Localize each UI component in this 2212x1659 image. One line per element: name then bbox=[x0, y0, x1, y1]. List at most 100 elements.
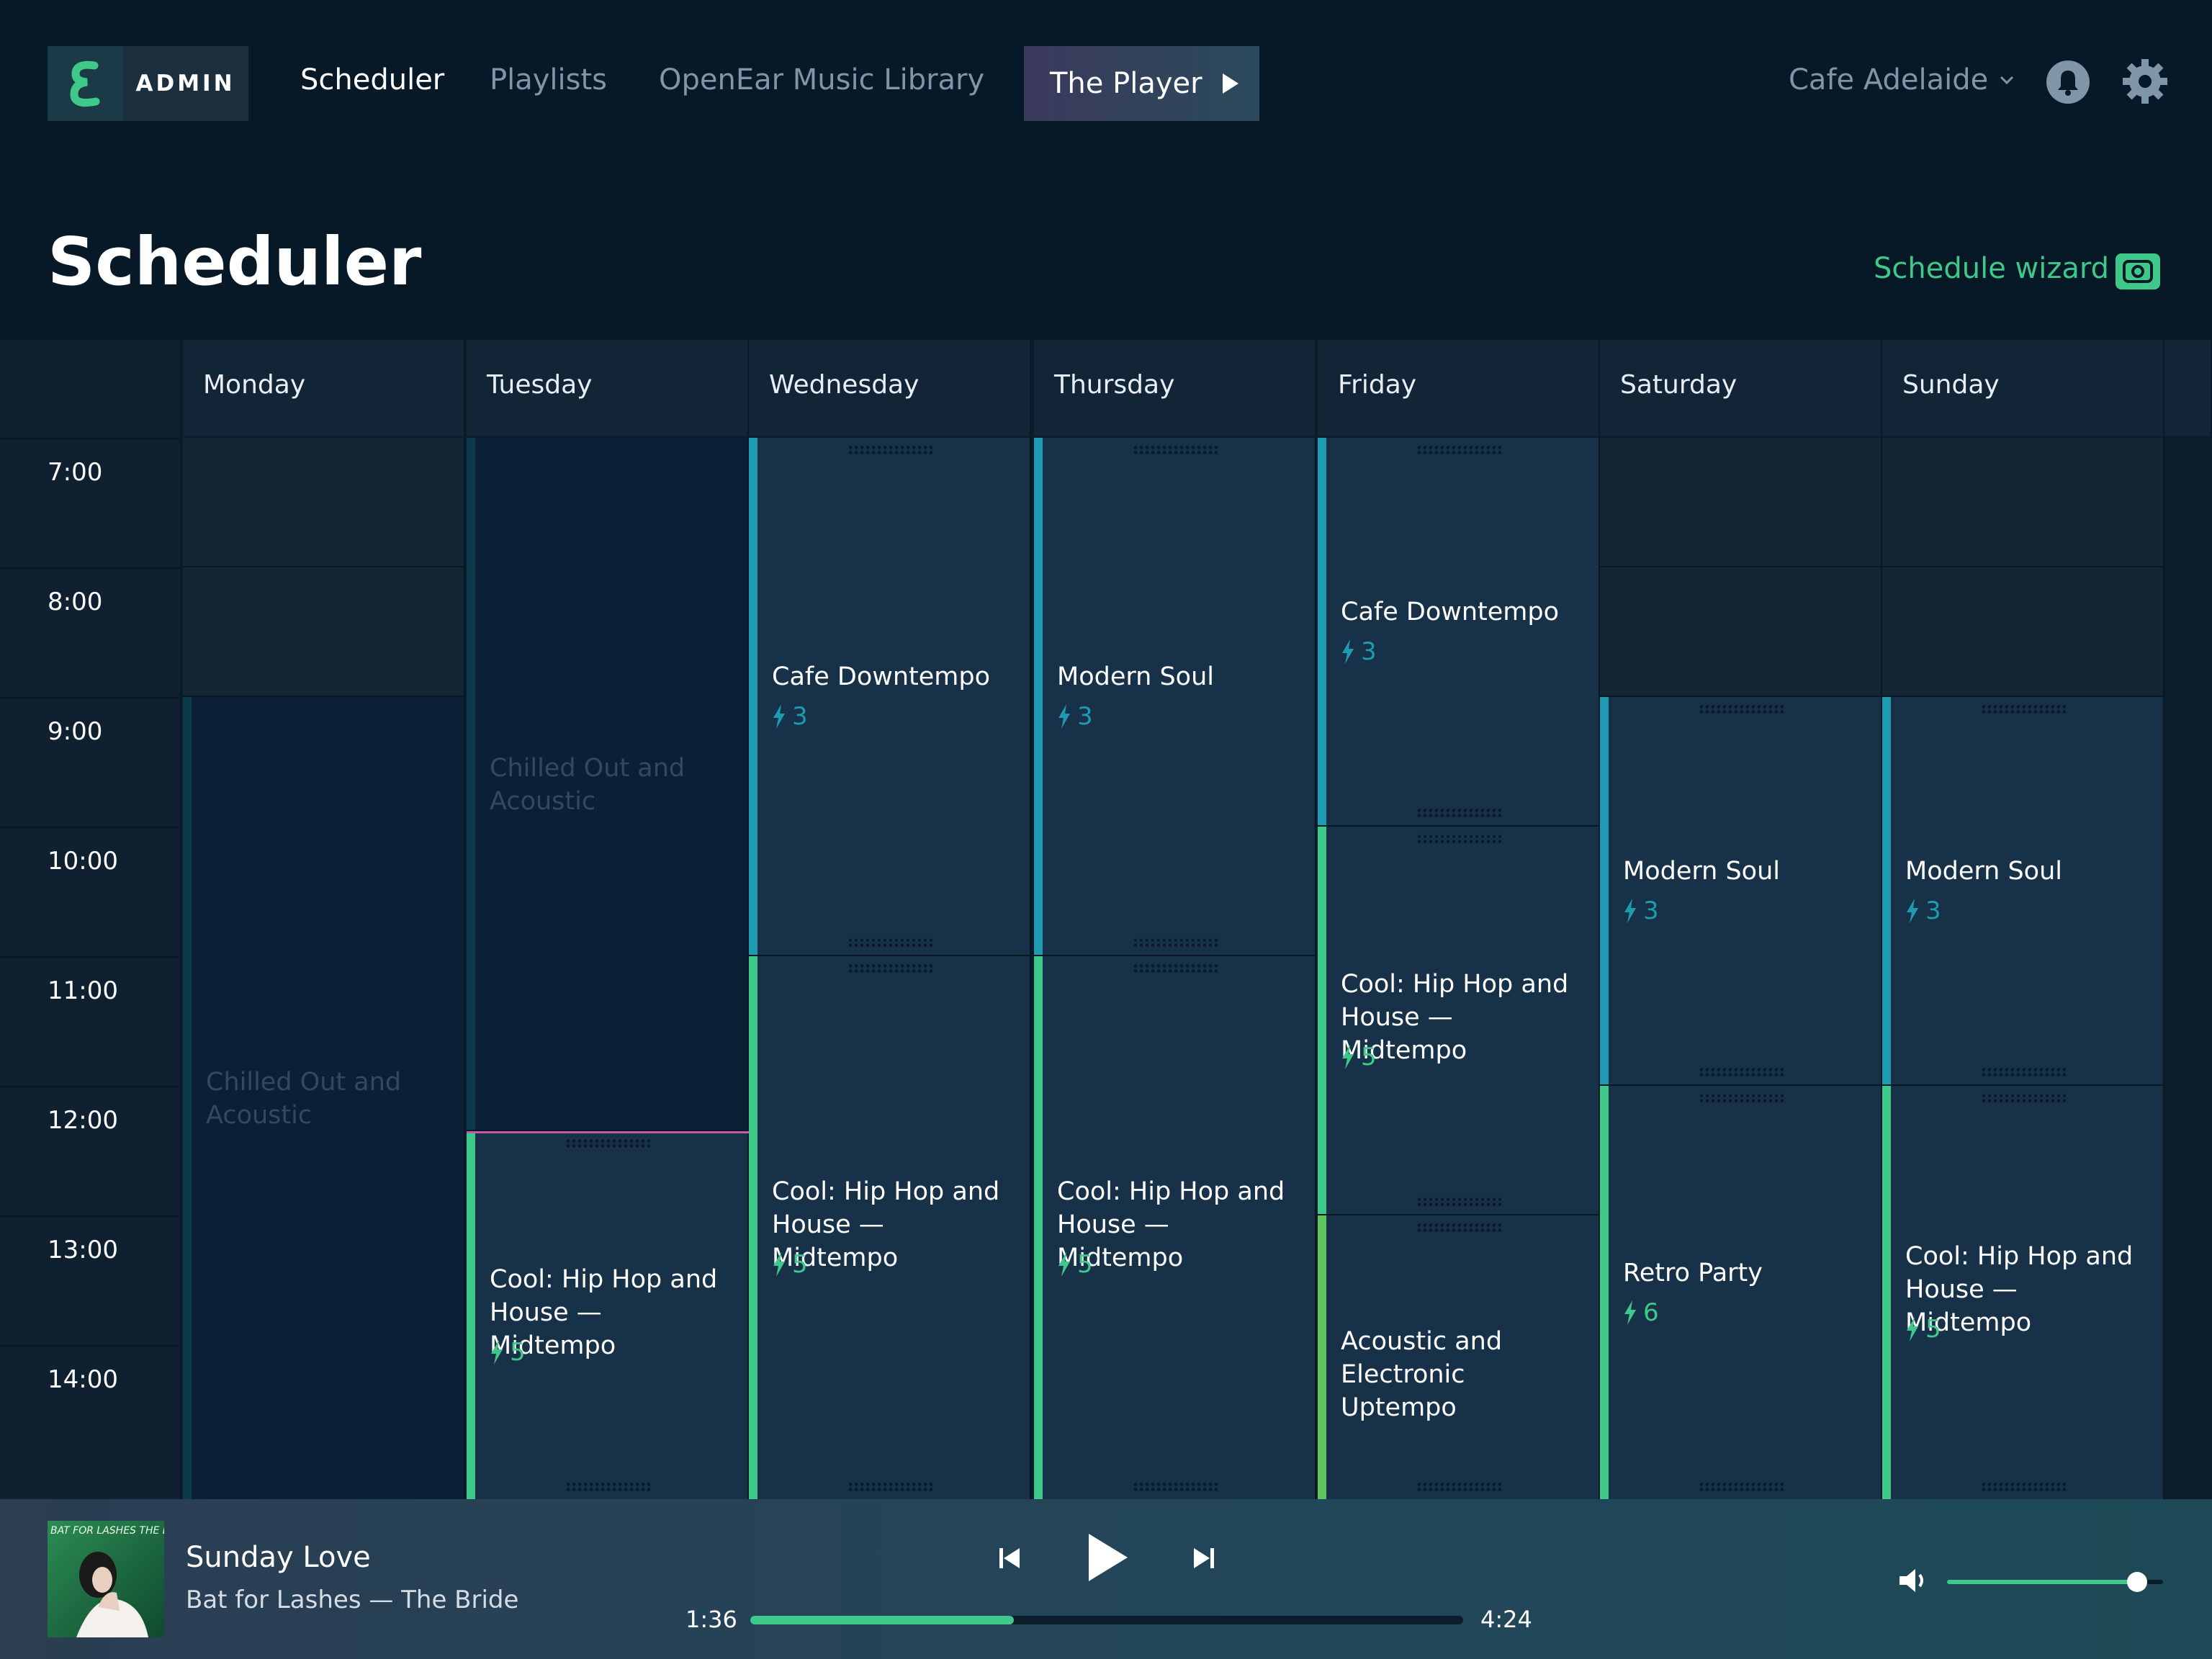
volume-fill bbox=[1947, 1580, 2137, 1584]
empty-slot[interactable] bbox=[183, 438, 465, 567]
bolt-icon bbox=[1624, 899, 1636, 923]
album-art[interactable]: BAT FOR LASHES THE BRIDE bbox=[48, 1521, 164, 1637]
volume-knob[interactable] bbox=[2127, 1572, 2147, 1592]
drag-handle-bottom[interactable] bbox=[1416, 1197, 1501, 1207]
current-time: 1:36 bbox=[685, 1606, 737, 1633]
drag-handle-top[interactable] bbox=[1981, 704, 2066, 714]
time-label: 12:00 bbox=[48, 1106, 118, 1135]
schedule-block[interactable]: Modern Soul 3 bbox=[1034, 438, 1316, 956]
admin-label[interactable]: ADMIN bbox=[122, 46, 248, 121]
energy-value: 5 bbox=[1925, 1315, 1941, 1344]
schedule-block[interactable]: Cafe Downtempo 3 bbox=[1318, 438, 1600, 827]
block-title: Cool: Hip Hop and House — Midtempo bbox=[1341, 970, 1569, 1065]
drag-handle-bottom[interactable] bbox=[1133, 1482, 1218, 1492]
schedule-block[interactable]: Cool: Hip Hop and House — Midtempo 5 bbox=[467, 1131, 749, 1499]
energy-value: 6 bbox=[1643, 1298, 1659, 1327]
drag-handle-top[interactable] bbox=[1133, 963, 1218, 974]
empty-slot[interactable] bbox=[1600, 438, 1882, 567]
drag-handle-top[interactable] bbox=[1699, 704, 1784, 714]
schedule-block[interactable]: Cool: Hip Hop and House — Midtempo 5 bbox=[749, 956, 1031, 1499]
block-title: Cool: Hip Hop and House — Midtempo bbox=[1905, 1242, 2134, 1337]
hour-divider bbox=[0, 1086, 181, 1087]
drag-handle-bottom[interactable] bbox=[1981, 1482, 2066, 1492]
wizard-icon[interactable] bbox=[2116, 253, 2160, 289]
skip-back-icon[interactable] bbox=[997, 1545, 1022, 1571]
nav-link-scheduler[interactable]: Scheduler bbox=[300, 63, 444, 96]
drag-handle-bottom[interactable] bbox=[565, 1482, 650, 1492]
volume-icon[interactable] bbox=[1898, 1567, 1930, 1594]
schedule-block[interactable]: Chilled Out and Acoustic bbox=[183, 697, 465, 1499]
empty-slot[interactable] bbox=[183, 567, 465, 697]
empty-slot[interactable] bbox=[1600, 567, 1882, 697]
schedule-block[interactable]: Retro Party 6 bbox=[1600, 1086, 1882, 1499]
block-title: Modern Soul bbox=[1905, 857, 2062, 886]
venue-name: Cafe Adelaide bbox=[1789, 63, 1989, 96]
drag-handle-bottom[interactable] bbox=[848, 938, 932, 948]
bolt-icon bbox=[1342, 1045, 1354, 1069]
schedule-block[interactable]: Cool: Hip Hop and House — Midtempo 5 bbox=[1034, 956, 1316, 1499]
nav-link-music-library[interactable]: OpenEar Music Library bbox=[659, 63, 984, 96]
empty-slot[interactable] bbox=[1882, 438, 2164, 567]
drag-handle-top[interactable] bbox=[1699, 1093, 1784, 1103]
drag-handle-top[interactable] bbox=[1981, 1093, 2066, 1103]
drag-handle-top[interactable] bbox=[848, 445, 932, 455]
venue-selector[interactable]: Cafe Adelaide bbox=[1789, 63, 2014, 96]
progress-bar[interactable] bbox=[750, 1616, 1463, 1624]
drag-handle-bottom[interactable] bbox=[1699, 1482, 1784, 1492]
player-bar: BAT FOR LASHES THE BRIDE Sunday Love Bat… bbox=[0, 1499, 2212, 1659]
drag-handle-bottom[interactable] bbox=[1133, 938, 1218, 948]
hour-divider bbox=[0, 827, 181, 828]
schedule-block[interactable]: Cool: Hip Hop and House — Midtempo 5 bbox=[1882, 1086, 2164, 1499]
block-title: Cool: Hip Hop and House — Midtempo bbox=[490, 1264, 718, 1360]
drag-handle-top[interactable] bbox=[1416, 1223, 1501, 1233]
empty-slot[interactable] bbox=[1882, 567, 2164, 697]
page-title: Scheduler bbox=[48, 223, 422, 300]
the-player-button[interactable]: The Player bbox=[1024, 46, 1259, 121]
day-header-tuesday: Tuesday bbox=[467, 340, 749, 436]
top-nav: ADMIN Scheduler Playlists OpenEar Music … bbox=[0, 0, 2212, 166]
schedule-block[interactable]: Chilled Out and Acoustic bbox=[467, 438, 749, 1131]
drag-handle-bottom[interactable] bbox=[1981, 1067, 2066, 1077]
schedule-block[interactable]: Acoustic and Electronic Uptempo bbox=[1318, 1215, 1600, 1499]
bolt-icon bbox=[773, 1252, 785, 1277]
day-header-friday: Friday bbox=[1318, 340, 1600, 436]
schedule-block[interactable]: Cool: Hip Hop and House — Midtempo 5 bbox=[1318, 827, 1600, 1215]
time-column: 7:00 8:00 9:00 10:00 11:00 12:00 13:00 14:00 bbox=[0, 340, 181, 1499]
logo[interactable] bbox=[48, 46, 122, 121]
energy-level: 5 bbox=[772, 1250, 808, 1279]
schedule-block[interactable]: Modern Soul 3 bbox=[1882, 697, 2164, 1086]
logo-icon bbox=[70, 60, 100, 107]
block-title: Cool: Hip Hop and House — Midtempo bbox=[772, 1177, 1000, 1272]
drag-handle-top[interactable] bbox=[1416, 445, 1501, 455]
bolt-icon bbox=[1907, 1317, 1918, 1341]
schedule-block[interactable]: Cafe Downtempo 3 bbox=[749, 438, 1031, 956]
schedule-block[interactable]: Modern Soul 3 bbox=[1600, 697, 1882, 1086]
drag-handle-top[interactable] bbox=[565, 1138, 650, 1148]
skip-forward-icon[interactable] bbox=[1191, 1545, 1217, 1571]
volume-slider[interactable] bbox=[1947, 1572, 2163, 1592]
energy-level: 5 bbox=[1057, 1250, 1093, 1279]
drag-handle-bottom[interactable] bbox=[1699, 1067, 1784, 1077]
gear-icon[interactable] bbox=[2121, 58, 2169, 105]
total-time: 4:24 bbox=[1480, 1606, 1532, 1633]
block-accent-bar bbox=[749, 438, 757, 955]
drag-handle-top[interactable] bbox=[848, 963, 932, 974]
energy-level: 5 bbox=[490, 1338, 526, 1367]
energy-value: 3 bbox=[1361, 637, 1377, 666]
time-label: 7:00 bbox=[48, 458, 103, 487]
drag-handle-bottom[interactable] bbox=[1416, 1482, 1501, 1492]
block-title: Cool: Hip Hop and House — Midtempo bbox=[1057, 1177, 1285, 1272]
drag-handle-bottom[interactable] bbox=[1416, 808, 1501, 818]
time-label: 10:00 bbox=[48, 847, 118, 876]
nav-link-playlists[interactable]: Playlists bbox=[490, 63, 607, 96]
drag-handle-top[interactable] bbox=[1133, 445, 1218, 455]
drag-handle-bottom[interactable] bbox=[848, 1482, 932, 1492]
schedule-wizard-link[interactable]: Schedule wizard bbox=[1874, 252, 2109, 285]
hour-divider bbox=[0, 956, 181, 958]
schedule-grid: 7:00 8:00 9:00 10:00 11:00 12:00 13:00 14:00 Mo… bbox=[0, 340, 2212, 1499]
play-icon[interactable] bbox=[1086, 1532, 1129, 1583]
block-title: Chilled Out and Acoustic bbox=[490, 753, 685, 816]
bolt-icon bbox=[773, 704, 785, 729]
bell-icon[interactable] bbox=[2045, 59, 2091, 105]
drag-handle-top[interactable] bbox=[1416, 834, 1501, 844]
